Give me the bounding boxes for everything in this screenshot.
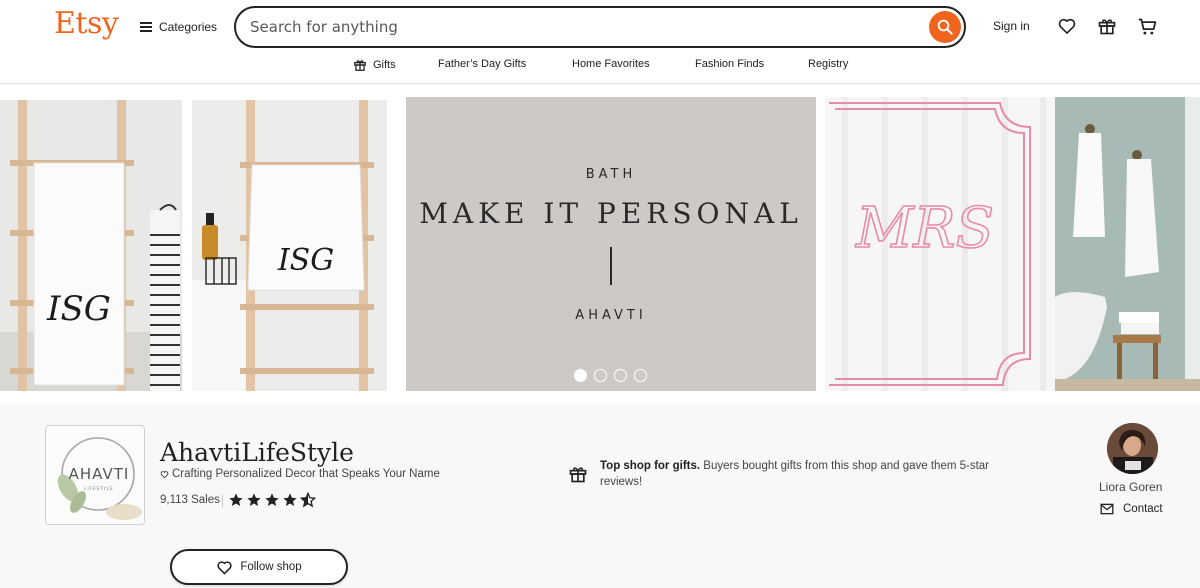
nav-item-gifts[interactable]: Gifts [353,58,396,72]
star-icon [229,493,243,506]
contact-label: Contact [1123,503,1163,515]
star-icon [283,493,297,506]
cart-icon [1138,18,1156,34]
hamburger-icon [140,22,152,32]
banner-photo-towel-shelf: ISG [192,100,387,391]
nav-item-label: Home Favorites [572,58,650,70]
gift-icon [1098,19,1116,35]
shop-banner: ISG ISG BATH MAKE IT PERSONAL AHAVTI MRS [0,97,1200,391]
half-star-icon [300,492,316,508]
shop-logo-subtext: LIFESTYLE [84,486,113,491]
etsy-logo[interactable]: Etsy [54,6,119,41]
star-icon [247,493,261,506]
categories-button[interactable]: Categories [140,17,217,37]
gift-mode-button[interactable] [1096,15,1118,37]
mail-icon [1100,503,1114,515]
heart-icon [1058,18,1076,34]
gift-note-bold: Top shop for gifts. [600,460,701,472]
contact-button[interactable]: Contact [1100,503,1163,515]
search-icon [937,19,953,35]
shop-logo-text: AHAVTI [69,465,130,483]
site-header: Etsy Categories Sign in [0,0,1200,84]
sales-rating-divider [222,494,223,508]
top-shop-for-gifts-note: Top shop for gifts. Buyers bought gifts … [568,458,1008,490]
banner-kicker: BATH [585,167,637,182]
sign-in-link[interactable]: Sign in [993,19,1030,33]
banner-photo-towel-ladder: ISG [0,100,182,391]
gift-icon [354,60,366,71]
shop-tagline-text: Crafting Personalized Decor that Speaks … [172,468,440,480]
follow-shop-button[interactable]: Follow shop [170,549,348,585]
towel-monogram: ISG [46,289,111,329]
banner-title-panel[interactable]: BATH MAKE IT PERSONAL AHAVTI [406,97,816,391]
shop-owner-name: Liora Goren [1099,480,1163,494]
nav-item-label: Registry [808,58,849,70]
carousel-dot-3[interactable] [614,369,627,382]
shop-rating-stars[interactable] [228,492,316,508]
gift-note-text: Top shop for gifts. Buyers bought gifts … [600,458,1008,490]
nav-item-label: Fashion Finds [695,58,765,70]
heart-icon [217,560,232,574]
towel-monogram: ISG [277,243,334,278]
nav-item-label: Gifts [373,59,396,71]
follow-shop-label: Follow shop [240,561,302,573]
category-nav: Gifts Father’s Day Gifts Home Favorites … [0,52,1200,78]
search-input[interactable] [250,17,920,37]
banner-shop-mark: AHAVTI [575,308,647,323]
carousel-dot-4[interactable] [634,369,647,382]
nav-item-fathers-day-gifts[interactable]: Father’s Day Gifts [438,58,526,70]
shop-info-section: AHAVTI LIFESTYLE AhavtiLifeStyle Craftin… [0,404,1200,588]
shop-name: AhavtiLifeStyle [160,438,354,467]
nav-item-home-favorites[interactable]: Home Favorites [572,58,650,70]
shop-tagline: Crafting Personalized Decor that Speaks … [160,468,440,480]
favorites-button[interactable] [1056,15,1078,37]
gift-icon [569,467,587,483]
star-icon [265,493,279,506]
search-bar [234,6,966,48]
categories-label: Categories [159,20,218,34]
banner-divider [610,247,612,285]
nav-item-label: Father’s Day Gifts [438,58,527,70]
curtain-monogram: MRS [855,196,994,261]
banner-headline: MAKE IT PERSONAL [419,197,803,230]
search-button[interactable] [929,11,961,43]
heart-icon [160,470,169,478]
banner-photo-shower-curtain: MRS [825,97,1055,391]
nav-item-registry[interactable]: Registry [808,58,848,70]
cart-button[interactable] [1136,15,1158,37]
shop-owner-avatar[interactable] [1107,423,1158,474]
nav-item-fashion-finds[interactable]: Fashion Finds [695,58,764,70]
carousel-dots [574,369,647,382]
banner-photo-bathroom [1055,97,1200,391]
shop-logo[interactable]: AHAVTI LIFESTYLE [45,425,145,525]
carousel-dot-2[interactable] [594,369,607,382]
shop-sales-count: 9,113 Sales [160,494,220,506]
carousel-dot-1[interactable] [574,369,587,382]
